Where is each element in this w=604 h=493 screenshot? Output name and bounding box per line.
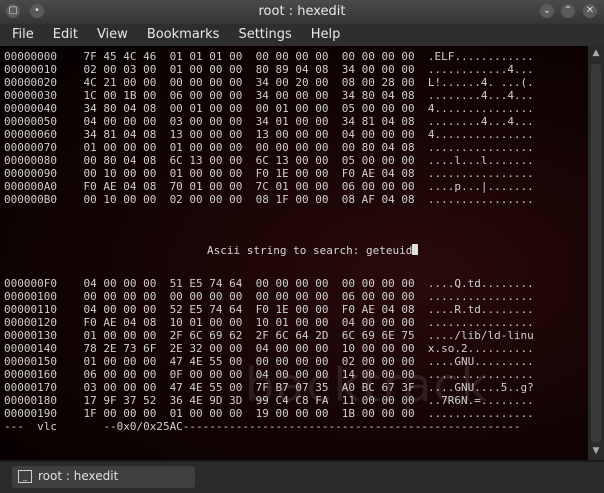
hex-row: 000000B0 00 10 00 00 02 00 00 00 08 1F 0… bbox=[4, 193, 534, 206]
menu-help[interactable]: Help bbox=[299, 24, 348, 46]
status-line: --- vlc --0x0/0x25AC--------------------… bbox=[4, 420, 521, 433]
hex-row: 00000060 34 81 04 08 13 00 00 00 13 00 0… bbox=[4, 128, 534, 141]
hex-row: 000000F0 04 00 00 00 51 E5 74 64 00 00 0… bbox=[4, 277, 534, 290]
hex-row: 00000180 17 9F 37 52 36 4E 9D 3D 99 C4 C… bbox=[4, 394, 534, 407]
menu-bookmarks[interactable]: Bookmarks bbox=[135, 24, 227, 46]
taskbar-item-hexedit[interactable]: _ root : hexedit bbox=[12, 466, 195, 488]
minimize-icon[interactable]: ⌄ bbox=[540, 4, 554, 18]
hex-row: 00000190 1F 00 00 00 01 00 00 00 19 00 0… bbox=[4, 407, 534, 420]
hex-row: 00000080 00 80 04 08 6C 13 00 00 6C 13 0… bbox=[4, 154, 534, 167]
taskbar-item-label: root : hexedit bbox=[38, 469, 119, 483]
menu-file[interactable]: File bbox=[0, 24, 41, 46]
menu-edit[interactable]: Edit bbox=[41, 24, 85, 46]
window-titlebar: ▢ • root : hexedit ⌄ ⌃ ✕ bbox=[0, 0, 604, 24]
taskbar: _ root : hexedit bbox=[0, 462, 604, 493]
hex-row: 00000040 34 80 04 08 00 01 00 00 00 01 0… bbox=[4, 102, 534, 115]
maximize-icon[interactable]: ⌃ bbox=[561, 4, 575, 18]
menu-view[interactable]: View bbox=[85, 24, 135, 46]
hex-row: 00000170 03 00 00 00 47 4E 55 00 7F B7 0… bbox=[4, 381, 534, 394]
hex-row: 00000020 4C 21 00 00 00 00 00 00 34 00 2… bbox=[4, 76, 534, 89]
menubar: File Edit View Bookmarks Settings Help bbox=[0, 24, 604, 46]
scrollbar-thumb[interactable] bbox=[591, 64, 601, 442]
scroll-up-icon[interactable]: ▲ bbox=[590, 48, 602, 60]
hex-row: 00000140 78 2E 73 6F 2E 32 00 00 04 00 0… bbox=[4, 342, 534, 355]
hex-row: 00000090 00 10 00 00 01 00 00 00 F0 1E 0… bbox=[4, 167, 534, 180]
hex-row: 00000130 01 00 00 00 2F 6C 69 62 2F 6C 6… bbox=[4, 329, 534, 342]
scroll-down-icon[interactable]: ▼ bbox=[590, 446, 602, 458]
hex-row: 00000050 04 00 00 00 03 00 00 00 34 01 0… bbox=[4, 115, 534, 128]
hex-row: 00000010 02 00 03 00 01 00 00 00 80 89 0… bbox=[4, 63, 534, 76]
menu-settings[interactable]: Settings bbox=[226, 24, 298, 46]
terminal-icon: _ bbox=[18, 470, 32, 483]
scrollbar[interactable]: ▲ ▼ bbox=[588, 46, 604, 460]
hex-row: 00000030 1C 00 1B 00 06 00 00 00 34 00 0… bbox=[4, 89, 534, 102]
hex-row: 00000120 F0 AE 04 08 10 01 00 00 10 01 0… bbox=[4, 316, 534, 329]
terminal-area[interactable]: backtrack 00000000 7F 45 4C 46 01 01 01 … bbox=[0, 46, 588, 460]
hex-row: 000000A0 F0 AE 04 08 70 01 00 00 7C 01 0… bbox=[4, 180, 534, 193]
hex-row: 00000110 04 00 00 00 52 E5 74 64 F0 1E 0… bbox=[4, 303, 534, 316]
window-title: root : hexedit bbox=[258, 4, 346, 19]
hex-row: 00000070 01 00 00 00 01 00 00 00 00 00 0… bbox=[4, 141, 534, 154]
close-icon[interactable]: ✕ bbox=[583, 4, 597, 18]
search-prompt[interactable]: Ascii string to search: geteuid bbox=[207, 244, 419, 257]
search-input[interactable]: geteuid bbox=[366, 244, 412, 257]
text-cursor bbox=[412, 244, 419, 255]
hex-row: 00000150 01 00 00 00 47 4E 55 00 00 00 0… bbox=[4, 355, 534, 368]
search-label: Ascii string to search: bbox=[207, 244, 366, 257]
hex-row: 00000000 7F 45 4C 46 01 01 01 00 00 00 0… bbox=[4, 50, 534, 63]
hex-row: 00000100 00 00 00 00 00 00 00 00 00 00 0… bbox=[4, 290, 534, 303]
hex-row: 00000160 06 00 00 00 0F 00 00 00 04 00 0… bbox=[4, 368, 534, 381]
